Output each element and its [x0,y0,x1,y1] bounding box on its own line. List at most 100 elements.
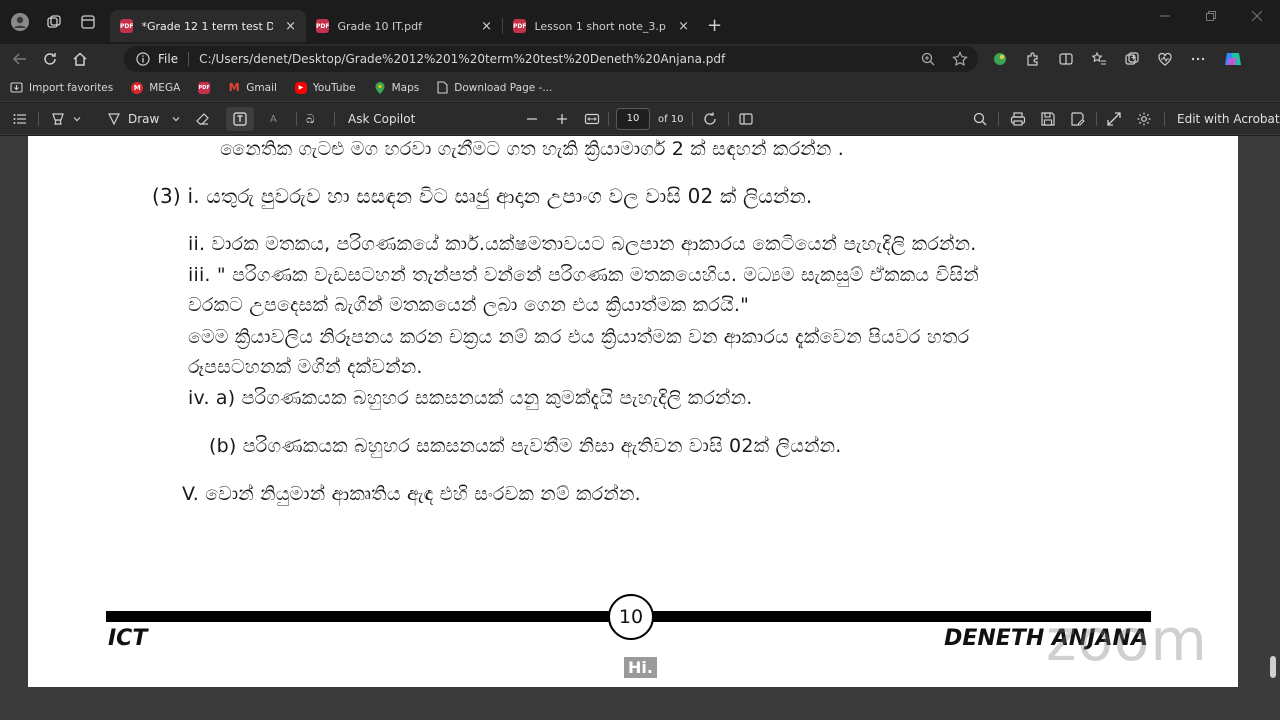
draw-pen-icon [108,113,120,126]
split-screen-button[interactable] [1058,51,1074,67]
chevron-down-icon [73,117,81,122]
ask-copilot-button[interactable]: Ask Copilot [348,103,415,135]
import-icon [10,82,23,93]
tab-grade10[interactable]: PDF Grade 10 IT.pdf × [306,10,502,42]
bookmark-youtube[interactable]: ▶ YouTube [294,81,356,94]
maps-icon [375,81,385,94]
mega-icon: M [131,81,144,94]
copilot-icon [1225,53,1241,65]
maximize-button[interactable] [1188,0,1234,32]
url-text[interactable]: C:/Users/denet/Desktop/Grade%2012%201%20… [199,52,725,66]
address-bar[interactable]: File C:/Users/denet/Desktop/Grade%2012%2… [124,46,978,72]
edit-with-acrobat-button[interactable]: Edit with Acrobat [1177,103,1280,135]
page-total: of 10 [658,103,684,135]
close-tab-icon[interactable]: × [285,19,296,34]
page-number-input[interactable]: 10 [616,108,650,130]
eraser-icon [196,113,209,125]
split-screen-icon [1059,53,1073,65]
pdf-viewer[interactable]: නෛතික ගැටළු මග හරවා ගැනීමට ගත හැකි ක්‍රි… [0,136,1280,720]
toolbar-divider [692,112,693,126]
question-line: iv. a) පරිගණකයක බහුහර සකසනයක් යනු කුමක්ද… [188,387,753,409]
toolbar-divider [1096,112,1097,126]
draw-button[interactable]: Draw [106,103,181,135]
expand-icon [1107,112,1121,126]
tab-grade12[interactable]: PDF *Grade 12 1 term test Deneth An × [110,10,306,42]
home-button[interactable] [72,51,88,67]
bookmark-import-favorites[interactable]: Import favorites [10,81,113,94]
toolbar-divider [728,112,729,126]
text-select-button[interactable] [226,107,254,131]
question-line: iii. " පරිගණක වැඩසටහන් තැන්පත් වන්නේ පරි… [188,264,979,286]
tab-lesson1[interactable]: PDF Lesson 1 short note_3.pdf × [503,10,699,42]
extension-1-button[interactable] [992,51,1008,67]
copilot-button[interactable] [1223,49,1243,69]
extensions-area [992,49,1243,69]
address-divider [188,52,190,66]
erase-button[interactable] [194,103,210,135]
bookmark-label: YouTube [312,81,356,94]
question-line: නෛතික ගැටළු මග හරවා ගැනීමට ගත හැකි ක්‍රි… [220,138,844,160]
refresh-button[interactable] [42,51,58,67]
rotate-icon [704,112,716,125]
back-button[interactable] [12,51,28,67]
zoom-in-button[interactable] [556,103,568,135]
question-line: (b) පරිගණකයක බහුහර සකසනයක් පැවතීම නිසා ඇ… [209,435,842,457]
zoom-watermark: zoom [1046,606,1208,674]
bookmark-maps[interactable]: Maps [374,81,420,95]
print-button[interactable] [1010,103,1026,135]
zoom-button[interactable] [920,51,936,67]
bookmark-pdf[interactable]: PDF [198,81,211,94]
settings-more-button[interactable] [1190,51,1206,67]
chevron-down-icon [172,117,180,122]
page-view-button[interactable] [738,103,754,135]
close-tab-icon[interactable]: × [678,19,689,34]
extensions-button[interactable] [1025,51,1041,67]
print-icon [1010,112,1026,126]
close-tab-icon[interactable]: × [481,19,492,34]
favorite-button[interactable] [952,51,968,67]
zoom-out-button[interactable] [526,103,538,135]
find-button[interactable] [972,103,988,135]
pdf-icon: PDF [316,19,330,33]
minimize-button[interactable] [1142,0,1188,32]
bookmark-label: Download Page -... [454,81,553,94]
close-icon [1252,11,1262,21]
browser-essentials-button[interactable] [1157,51,1173,67]
chat-caption: Hi. [624,657,657,678]
pdf-settings-button[interactable] [1136,103,1152,135]
bookmarks-bar: Import favorites M MEGA PDF M Gmail ▶ Yo… [0,74,1280,102]
rotate-button[interactable] [702,103,718,135]
text-options-button[interactable]: A [270,103,277,135]
save-as-button[interactable] [1070,103,1086,135]
toolbar-divider [998,112,999,126]
favorites-button[interactable] [1091,51,1107,67]
bookmark-mega[interactable]: M MEGA [131,81,181,94]
question-line: මෙම ක්‍රියාවලිය නිරූපනය කරන චක්‍රය නම් ක… [188,326,970,348]
bookmark-label: MEGA [149,81,181,94]
save-as-icon [1071,112,1085,126]
workspaces-button[interactable] [40,8,68,36]
fit-page-button[interactable] [584,103,600,135]
star-icon [952,51,968,67]
collections-button[interactable] [1124,51,1140,67]
fullscreen-button[interactable] [1106,103,1122,135]
new-tab-button[interactable]: + [707,15,722,36]
toolbar-divider [334,112,335,126]
navigation-bar: File C:/Users/denet/Desktop/Grade%2012%2… [0,44,1280,74]
bookmark-label: Maps [391,81,420,94]
tab-actions-button[interactable] [74,8,102,36]
highlight-button[interactable] [50,103,82,135]
read-aloud-button[interactable]: ඛ [306,103,315,135]
window-controls [1142,0,1280,32]
contents-button[interactable] [12,103,28,135]
profile-avatar[interactable] [6,8,34,36]
save-button[interactable] [1040,103,1056,135]
bookmark-gmail[interactable]: M Gmail [228,81,277,94]
favorites-list-icon [1091,51,1106,65]
pdf-icon: PDF [513,19,527,33]
vertical-scrollbar[interactable] [1270,656,1276,678]
read-aloud-icon: ඛ [306,111,315,126]
close-window-button[interactable] [1234,0,1280,32]
bookmark-download-page[interactable]: Download Page -... [437,81,552,94]
pdf-page: නෛතික ගැටළු මග හරවා ගැනීමට ගත හැකි ක්‍රි… [28,136,1238,687]
